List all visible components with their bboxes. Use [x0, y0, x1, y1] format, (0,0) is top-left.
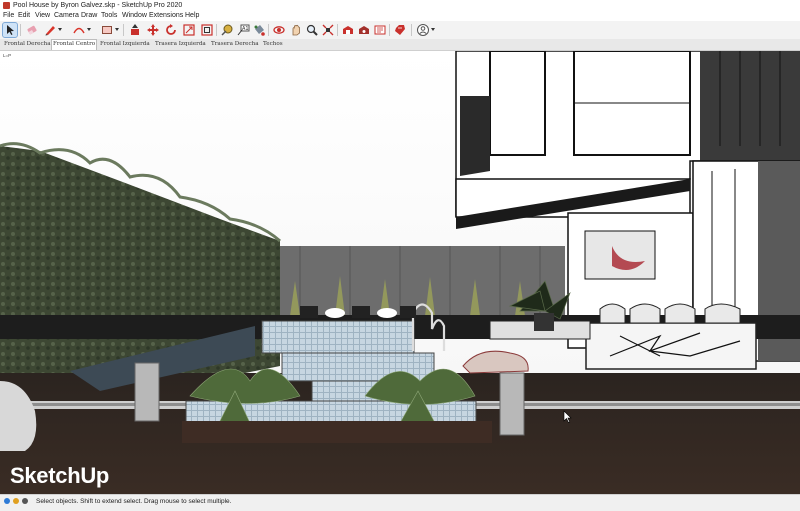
- tab-frontal-centro[interactable]: Frontal Centro: [51, 39, 98, 50]
- tape-measure-icon[interactable]: [220, 23, 234, 37]
- sketchup-app-icon: [3, 2, 10, 9]
- text-icon[interactable]: A1: [236, 23, 250, 37]
- eraser-icon[interactable]: [25, 23, 39, 37]
- zoom-icon[interactable]: [305, 23, 319, 37]
- select-icon[interactable]: [2, 22, 18, 38]
- scene-tabs: Frontal Derecha Frontal Centro Frontal I…: [0, 39, 800, 51]
- menu-extensions[interactable]: Extensions: [149, 11, 183, 21]
- rendered-model-view: [0, 51, 800, 494]
- chevron-down-icon[interactable]: [87, 28, 91, 31]
- tab-frontal-izquierda[interactable]: Frontal Izquierda: [99, 40, 151, 49]
- viewport-corner-label: L=P: [3, 53, 12, 58]
- window-title: Pool House by Byron Galvez.skp - SketchU…: [13, 2, 183, 9]
- toolbar-separator: [337, 24, 338, 36]
- toolbar-separator: [20, 24, 21, 36]
- scale-icon[interactable]: [182, 23, 196, 37]
- menu-bar: File Edit View Camera Draw Tools Window …: [0, 11, 800, 21]
- outdoor-sofa: [585, 322, 757, 370]
- main-toolbar: A1: [0, 21, 800, 40]
- tab-techos[interactable]: Techos: [262, 40, 284, 49]
- chevron-down-icon[interactable]: [115, 28, 119, 31]
- offset-icon[interactable]: [200, 23, 214, 37]
- tab-trasera-derecha[interactable]: Trasera Derecha: [210, 40, 260, 49]
- paint-bucket-icon[interactable]: [252, 23, 266, 37]
- pan-icon[interactable]: [289, 23, 303, 37]
- rectangle-icon[interactable]: [100, 23, 119, 37]
- title-bar: Pool House by Byron Galvez.skp - SketchU…: [0, 0, 800, 11]
- status-message: Select objects. Shift to extend select. …: [36, 498, 232, 505]
- ruby-icon[interactable]: [393, 23, 407, 37]
- line-pencil-icon[interactable]: [43, 23, 62, 37]
- extension-warehouse-icon[interactable]: [357, 23, 371, 37]
- menu-draw[interactable]: Draw: [81, 11, 97, 21]
- move-icon[interactable]: [146, 23, 160, 37]
- rotate-icon[interactable]: [164, 23, 178, 37]
- geo-location-icon[interactable]: [4, 498, 10, 504]
- toolbar-separator: [389, 24, 390, 36]
- account-icon[interactable]: [416, 23, 435, 37]
- tab-trasera-izquierda[interactable]: Trasera Izquierda: [154, 40, 207, 49]
- chevron-down-icon[interactable]: [431, 28, 435, 31]
- toolbar-separator: [411, 24, 412, 36]
- layout-icon[interactable]: [373, 23, 387, 37]
- pool-upper-step: [261, 320, 415, 354]
- menu-help[interactable]: Help: [185, 11, 199, 21]
- modeling-viewport[interactable]: L=P SketchUp: [0, 51, 800, 494]
- chevron-down-icon[interactable]: [58, 28, 62, 31]
- menu-file[interactable]: File: [3, 11, 14, 21]
- zoom-extents-icon[interactable]: [321, 23, 335, 37]
- menu-view[interactable]: View: [35, 11, 50, 21]
- push-pull-icon[interactable]: [128, 23, 142, 37]
- menu-edit[interactable]: Edit: [18, 11, 30, 21]
- menu-window[interactable]: Window: [122, 11, 147, 21]
- bollard-right: [499, 372, 525, 436]
- arc-icon[interactable]: [72, 23, 91, 37]
- 3d-warehouse-icon[interactable]: [341, 23, 355, 37]
- toolbar-separator: [268, 24, 269, 36]
- menu-tools[interactable]: Tools: [101, 11, 117, 21]
- sketchup-watermark: SketchUp: [10, 463, 110, 488]
- tab-frontal-derecha[interactable]: Frontal Derecha: [3, 40, 52, 49]
- profile-icon[interactable]: [22, 498, 28, 504]
- menu-camera[interactable]: Camera: [54, 11, 79, 21]
- orbit-icon[interactable]: [272, 23, 286, 37]
- svg-text:A1: A1: [242, 26, 249, 32]
- credits-icon[interactable]: [13, 498, 19, 504]
- status-bar: Select objects. Shift to extend select. …: [0, 494, 800, 508]
- toolbar-separator: [123, 24, 124, 36]
- bollard-left: [134, 362, 160, 422]
- toolbar-separator: [216, 24, 217, 36]
- status-icons: [4, 498, 31, 511]
